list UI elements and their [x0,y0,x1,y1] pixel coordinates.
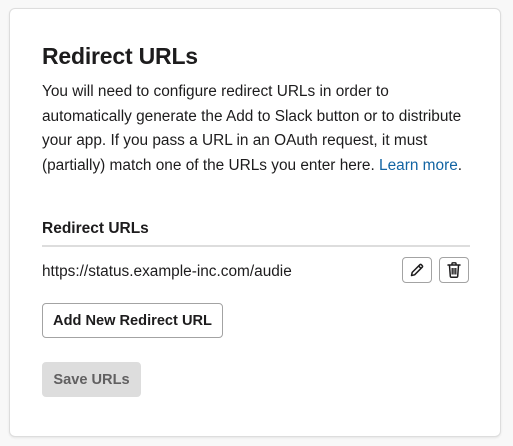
redirect-url-value: https://status.example-inc.com/audie [42,263,292,280]
description-end: . [457,156,463,174]
edit-url-button[interactable] [402,257,432,283]
divider [42,245,470,247]
learn-more-link[interactable]: Learn more [379,157,458,174]
save-urls-button[interactable]: Save URLs [42,362,141,397]
description: You will need to configure redirect URLs… [42,80,474,178]
redirect-urls-card: Redirect URLs You will need to configure… [9,8,501,437]
redirect-urls-label: Redirect URLs [42,220,149,237]
add-new-redirect-url-button[interactable]: Add New Redirect URL [42,303,223,338]
delete-url-button[interactable] [439,257,469,283]
page-title: Redirect URLs [42,43,198,69]
pencil-icon [409,262,425,278]
trash-icon [446,261,462,279]
redirect-url-row: https://status.example-inc.com/audie [42,257,470,285]
